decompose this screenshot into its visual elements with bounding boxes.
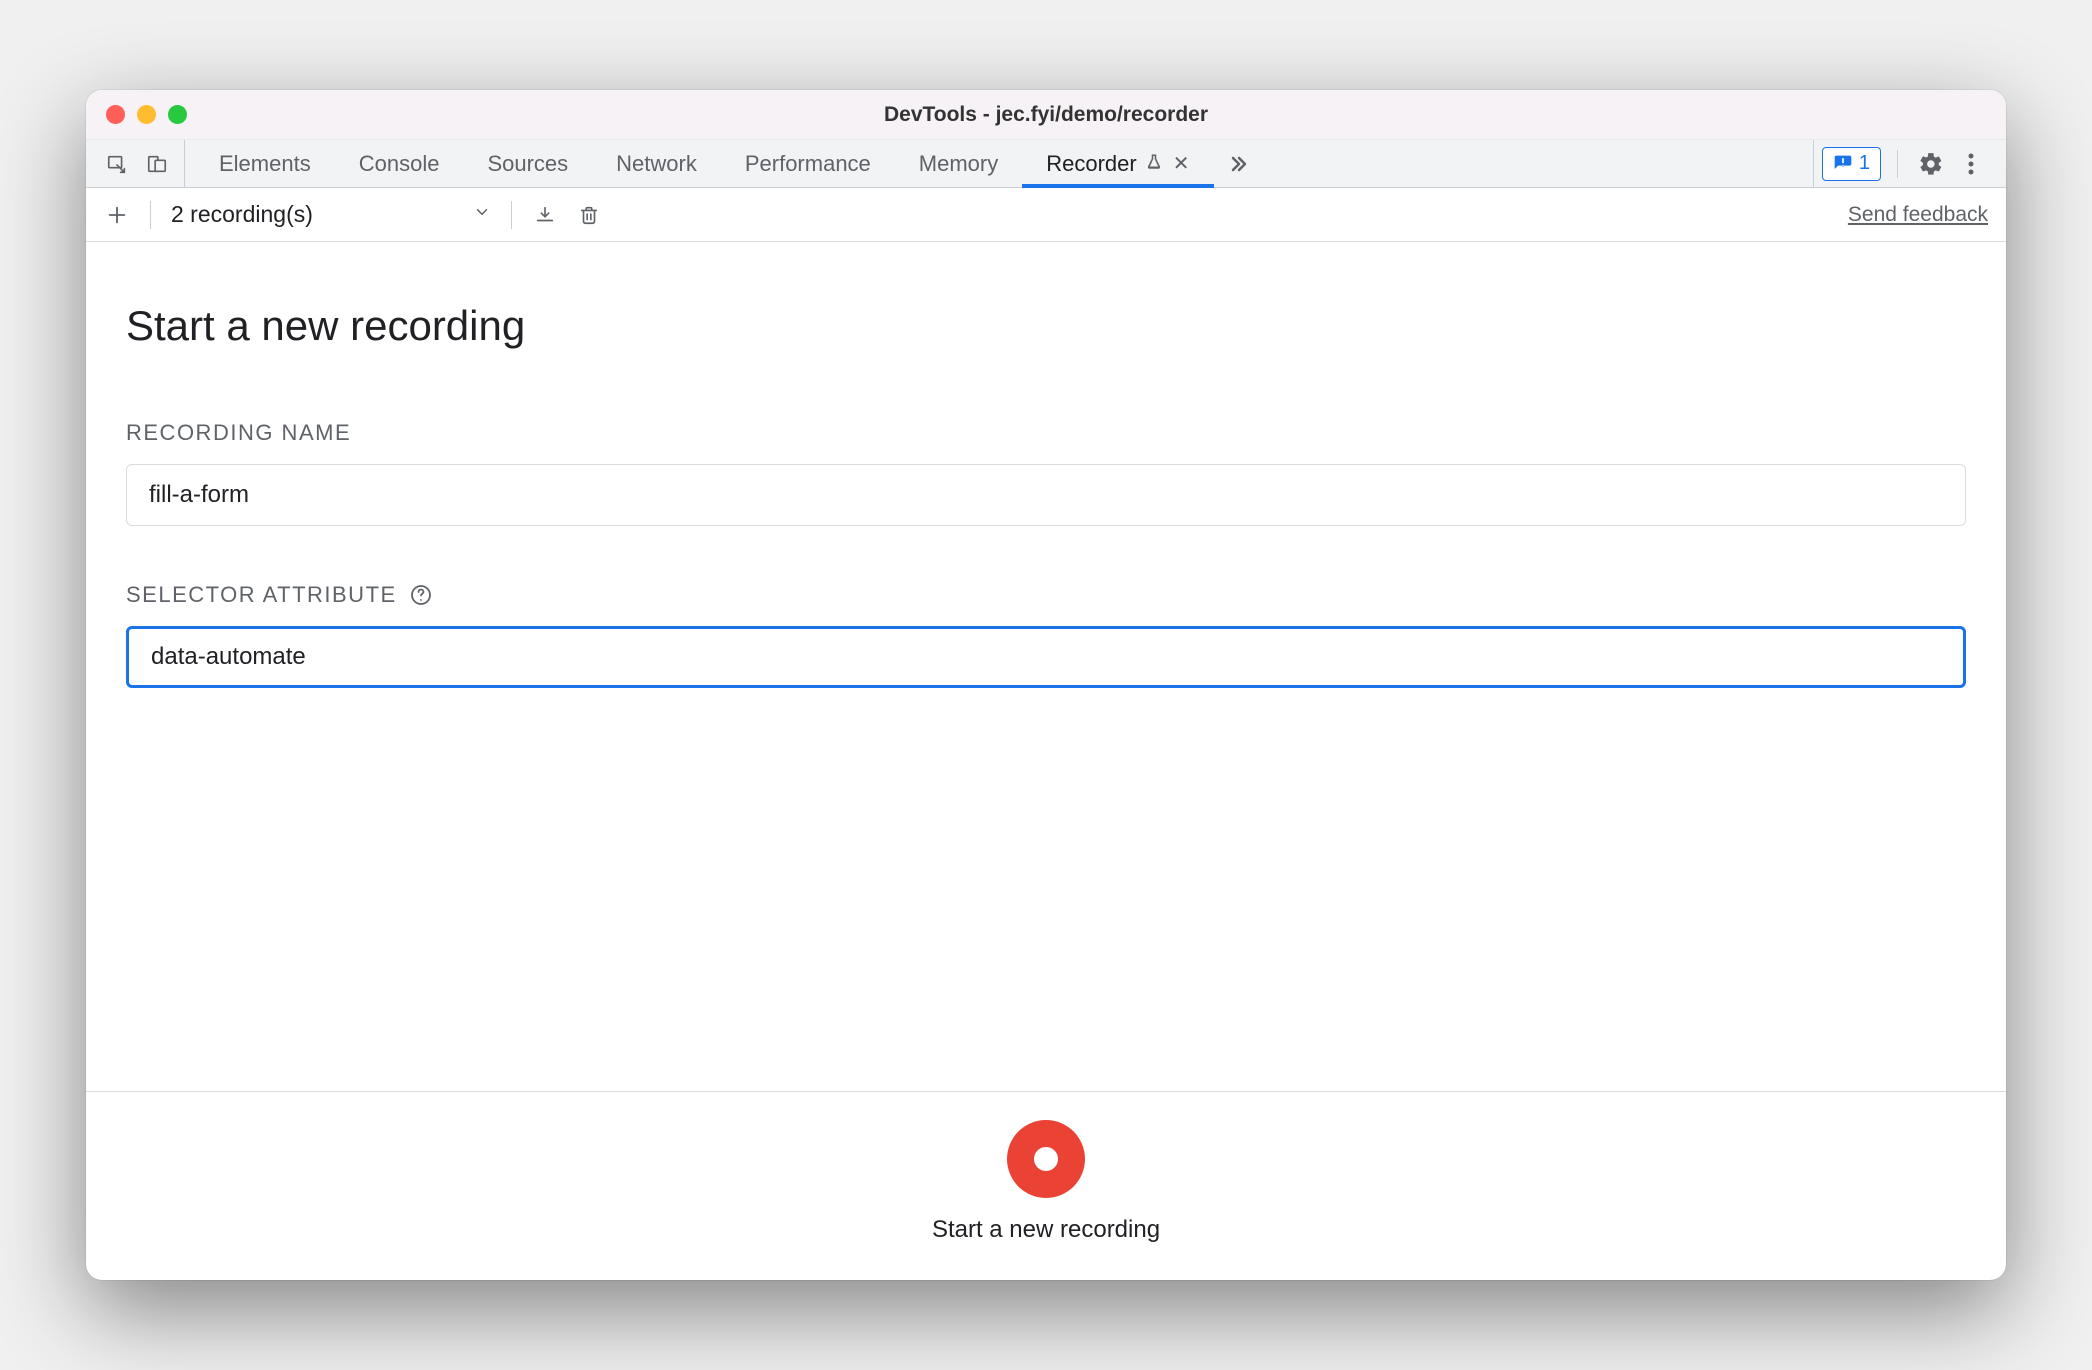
tab-elements[interactable]: Elements: [195, 140, 335, 187]
recording-name-input[interactable]: [126, 464, 1966, 526]
minimize-window-button[interactable]: [137, 105, 156, 124]
traffic-lights: [106, 105, 187, 124]
tab-label: Performance: [745, 151, 871, 177]
content: Start a new recording Recording Name Sel…: [86, 242, 2006, 1091]
tab-label: Elements: [219, 151, 311, 177]
experiment-flask-icon: [1145, 151, 1163, 177]
divider: [511, 201, 512, 229]
tab-recorder[interactable]: Recorder ✕: [1022, 140, 1213, 187]
selector-attribute-group: Selector Attribute: [126, 582, 1966, 688]
record-icon: [1034, 1147, 1058, 1171]
tabs: Elements Console Sources Network Perform…: [195, 140, 1807, 187]
chevron-down-icon[interactable]: [473, 203, 491, 226]
help-icon[interactable]: [409, 583, 433, 607]
start-recording-button[interactable]: [1007, 1120, 1085, 1198]
right-tools: 1: [1813, 140, 1996, 187]
tab-strip: Elements Console Sources Network Perform…: [86, 140, 2006, 188]
device-toolbar-icon[interactable]: [144, 151, 170, 177]
devtools-window: DevTools - jec.fyi/demo/recorder Element…: [86, 90, 2006, 1280]
tab-console[interactable]: Console: [335, 140, 464, 187]
title-bar: DevTools - jec.fyi/demo/recorder: [86, 90, 2006, 140]
send-feedback-link[interactable]: Send feedback: [1848, 203, 1988, 227]
page-title: Start a new recording: [126, 302, 1966, 350]
issues-button[interactable]: 1: [1822, 147, 1881, 181]
selector-attribute-input[interactable]: [126, 626, 1966, 688]
window-title: DevTools - jec.fyi/demo/recorder: [106, 103, 1986, 127]
close-window-button[interactable]: [106, 105, 125, 124]
maximize-window-button[interactable]: [168, 105, 187, 124]
divider: [150, 201, 151, 229]
inspect-tools: [96, 140, 185, 187]
tab-label: Console: [359, 151, 440, 177]
dropdown-label: 2 recording(s): [171, 201, 313, 228]
tab-performance[interactable]: Performance: [721, 140, 895, 187]
recording-name-group: Recording Name: [126, 420, 1966, 526]
tab-memory[interactable]: Memory: [895, 140, 1022, 187]
settings-icon[interactable]: [1914, 147, 1948, 181]
tab-label: Memory: [919, 151, 998, 177]
close-tab-icon[interactable]: ✕: [1173, 151, 1190, 176]
tab-label: Recorder: [1046, 151, 1136, 177]
tab-network[interactable]: Network: [592, 140, 721, 187]
issues-count: 1: [1859, 152, 1870, 175]
tab-label: Network: [616, 151, 697, 177]
inspect-element-icon[interactable]: [104, 151, 130, 177]
more-tabs-icon[interactable]: [1214, 140, 1262, 187]
recordings-dropdown[interactable]: 2 recording(s): [171, 201, 321, 228]
toolbar-left: 2 recording(s): [104, 201, 1848, 229]
selector-attribute-label: Selector Attribute: [126, 582, 397, 608]
tab-label: Sources: [487, 151, 568, 177]
divider: [1897, 150, 1898, 178]
add-recording-icon[interactable]: [104, 202, 130, 228]
tab-sources[interactable]: Sources: [463, 140, 592, 187]
record-caption: Start a new recording: [932, 1216, 1160, 1244]
footer: Start a new recording: [86, 1091, 2006, 1280]
kebab-menu-icon[interactable]: [1954, 147, 1988, 181]
recording-name-label: Recording Name: [126, 420, 351, 446]
recorder-toolbar: 2 recording(s) Send feedback: [86, 188, 2006, 242]
export-icon[interactable]: [532, 202, 558, 228]
delete-icon[interactable]: [576, 202, 602, 228]
